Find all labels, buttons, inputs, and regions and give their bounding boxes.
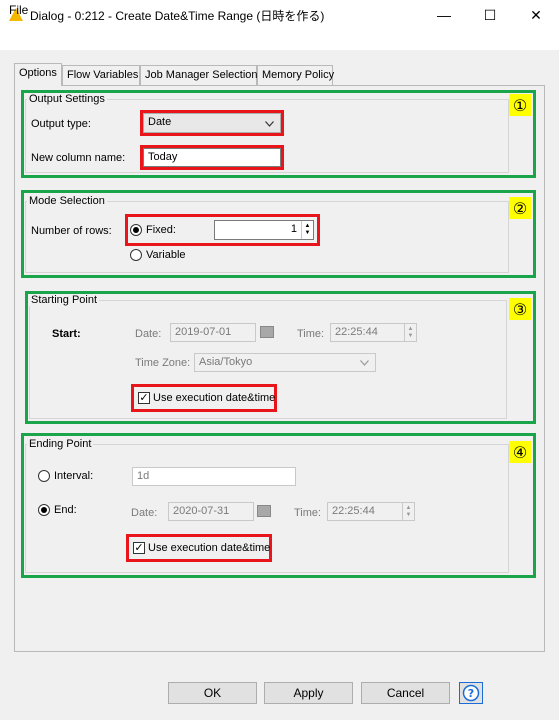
menu-bar — [0, 30, 559, 50]
start-time-input[interactable]: 22:25:44 ▲ ▼ — [330, 323, 417, 342]
end-time-label: Time: — [294, 507, 322, 519]
tab-flow-variables[interactable]: Flow Variables — [62, 65, 140, 85]
help-button[interactable]: ? — [459, 682, 483, 704]
apply-button[interactable]: Apply — [264, 682, 353, 704]
fixed-radio[interactable] — [130, 224, 142, 236]
mode-selection-legend: Mode Selection — [27, 195, 107, 207]
window-title: Dialog - 0:212 - Create Date&Time Range … — [30, 9, 325, 23]
number-of-rows-label: Number of rows: — [31, 225, 112, 237]
end-time-input[interactable]: 22:25:44 ▲ ▼ — [327, 502, 415, 521]
end-date-input[interactable]: 2020-07-31 — [168, 502, 254, 521]
ok-button[interactable]: OK — [168, 682, 257, 704]
chevron-down-icon — [265, 121, 274, 127]
cancel-button[interactable]: Cancel — [361, 682, 450, 704]
help-question-glyph: ? — [468, 687, 474, 700]
start-label: Start: — [52, 328, 81, 340]
output-settings-legend: Output Settings — [27, 93, 107, 105]
start-calendar-icon[interactable] — [260, 326, 274, 338]
end-calendar-icon[interactable] — [257, 505, 271, 517]
menu-file[interactable]: File — [9, 3, 28, 17]
start-date-label: Date: — [135, 328, 162, 340]
maximize-button[interactable]: ☐ — [467, 0, 513, 30]
fixed-rows-value: 1 — [290, 223, 297, 235]
start-use-exec-label: Use execution date&time — [153, 392, 276, 404]
new-column-name-input[interactable]: Today — [143, 148, 281, 167]
end-use-exec-checkbox[interactable]: ✓ — [133, 542, 145, 554]
timezone-label: Time Zone: — [135, 357, 191, 369]
start-time-spinner-icon[interactable]: ▲ ▼ — [404, 324, 416, 341]
minimize-button[interactable]: — — [421, 0, 467, 30]
end-time-value: 22:25:44 — [332, 505, 375, 517]
interval-input[interactable]: 1d — [132, 467, 296, 486]
timezone-value: Asia/Tokyo — [199, 356, 253, 368]
interval-label: Interval: — [54, 470, 94, 482]
starting-point-legend: Starting Point — [29, 294, 100, 306]
ending-point-legend: Ending Point — [27, 438, 94, 450]
section-badge-4: ④ — [509, 441, 531, 463]
end-use-exec-label: Use execution date&time — [148, 542, 271, 554]
section-badge-2: ② — [509, 197, 531, 219]
help-question-icon: ? — [462, 684, 480, 702]
variable-radio[interactable] — [130, 249, 142, 261]
timezone-select[interactable]: Asia/Tokyo — [194, 353, 376, 372]
section-badge-1: ① — [509, 94, 531, 116]
end-radio[interactable] — [38, 504, 50, 516]
start-use-exec-checkbox[interactable]: ✓ — [138, 392, 150, 404]
new-column-name-label: New column name: — [31, 152, 126, 164]
end-label: End: — [54, 504, 77, 516]
tab-job-manager-selection[interactable]: Job Manager Selection — [140, 65, 258, 85]
output-type-label: Output type: — [31, 118, 91, 130]
spinner-arrows-icon[interactable]: ▲ ▼ — [301, 221, 313, 239]
timezone-chevron-down-icon — [360, 360, 369, 366]
end-time-spinner-icon[interactable]: ▲ ▼ — [402, 503, 414, 520]
close-button[interactable]: ✕ — [513, 0, 559, 30]
variable-label: Variable — [146, 249, 186, 261]
output-type-value: Date — [148, 116, 172, 128]
start-time-value: 22:25:44 — [335, 326, 378, 338]
fixed-rows-spinner[interactable]: 1 ▲ ▼ — [214, 220, 314, 240]
end-date-label: Date: — [131, 507, 158, 519]
start-date-input[interactable]: 2019-07-01 — [170, 323, 256, 342]
tab-memory-policy[interactable]: Memory Policy — [257, 65, 334, 85]
interval-radio[interactable] — [38, 470, 50, 482]
start-time-label: Time: — [297, 328, 325, 340]
fixed-label: Fixed: — [146, 224, 176, 236]
section-badge-3: ③ — [509, 298, 531, 320]
tab-options[interactable]: Options — [14, 63, 62, 86]
output-type-select[interactable]: Date — [143, 113, 281, 133]
